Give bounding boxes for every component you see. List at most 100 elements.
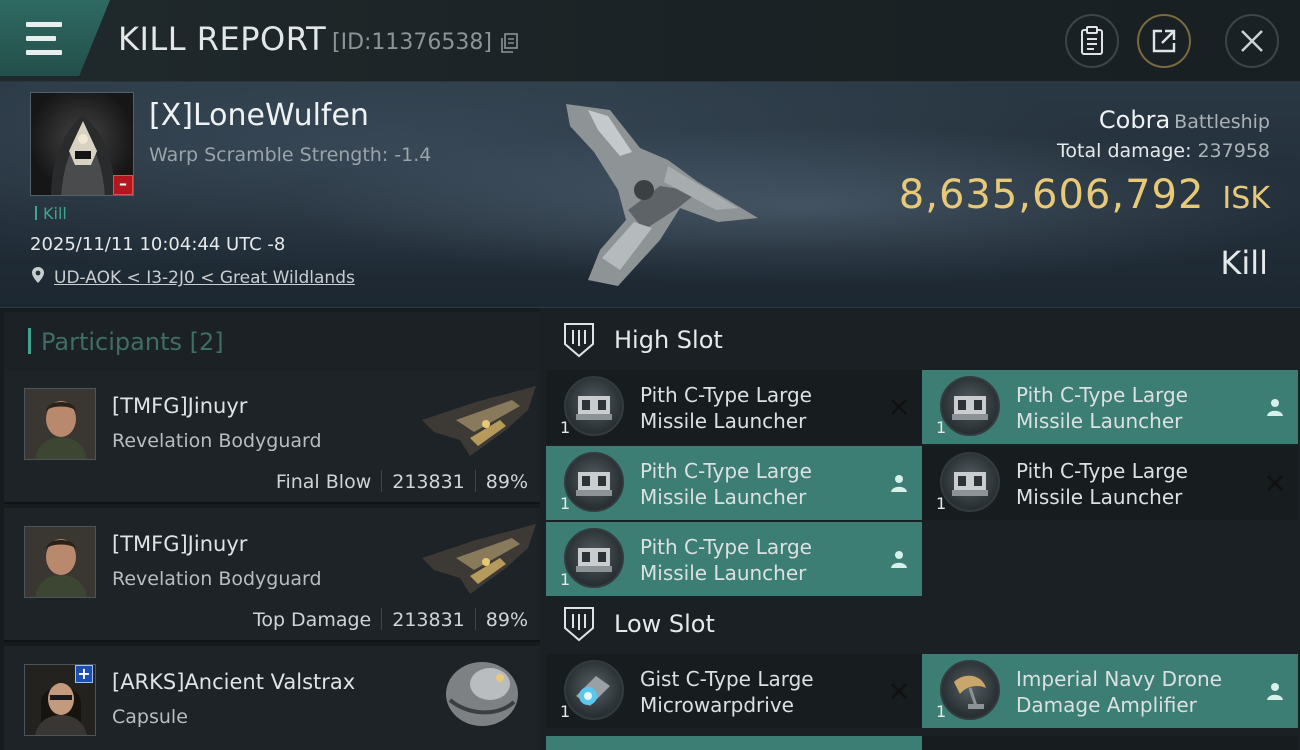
module-name: Imperial Navy Drone Damage Amplifier <box>1016 666 1256 718</box>
capsule-thumbnail-image <box>446 662 518 726</box>
total-damage-value: 237958 <box>1197 140 1270 162</box>
module-name-line2: Missile Launcher <box>640 409 807 433</box>
module-name: Pith C-Type Large Missile Launcher <box>640 458 880 510</box>
module-name-line2: Microwarpdrive <box>640 693 794 717</box>
x-icon <box>1267 475 1283 491</box>
location-pin-icon <box>32 267 44 283</box>
report-id: [ID:11376538] <box>332 30 492 55</box>
kill-tag: Kill <box>35 204 67 223</box>
high-slot-title: High Slot <box>614 326 723 354</box>
participant-row[interactable]: [TMFG]Jinuyr Revelation Bodyguard Final … <box>4 370 540 504</box>
person-icon <box>1267 683 1283 700</box>
divider <box>474 470 476 492</box>
menu-button[interactable] <box>0 0 110 76</box>
participant-name[interactable]: [TMFG]Jinuyr <box>112 394 247 418</box>
participant-damage: 213831 <box>392 471 465 493</box>
module-name-line1: Gist C-Type Large <box>640 667 814 691</box>
module-quantity: 1 <box>560 702 571 721</box>
participant-damage: 213831 <box>392 609 465 631</box>
person-icon <box>891 551 907 568</box>
module-name-line2: Damage Amplifier <box>1016 693 1197 717</box>
clipboard-icon <box>1081 26 1103 55</box>
missile-launcher-icon <box>940 452 1000 512</box>
module-item-partial[interactable] <box>922 736 1298 750</box>
module-item[interactable]: 1 Gist C-Type Large Microwarpdrive <box>546 654 922 728</box>
page-title: KILL REPORT <box>118 20 327 58</box>
module-name-line2: Missile Launcher <box>640 485 807 509</box>
person-icon <box>891 475 907 492</box>
divider <box>381 470 383 492</box>
module-name-line1: Pith C-Type Large <box>1016 459 1188 483</box>
participant-stats: Top Damage 213831 89% <box>253 608 528 631</box>
high-slot-header: High Slot <box>546 310 1296 370</box>
participant-ship: Capsule <box>112 706 188 728</box>
person-icon <box>1267 399 1283 416</box>
participant-percent: 89% <box>485 609 528 631</box>
close-icon <box>1241 30 1263 52</box>
module-item[interactable]: 1 Pith C-Type Large Missile Launcher <box>546 522 922 596</box>
missile-launcher-icon <box>940 376 1000 436</box>
slot-icon <box>564 607 594 642</box>
participants-title: Participants [2] <box>28 328 224 356</box>
hamburger-icon-bar <box>26 36 56 41</box>
participant-name[interactable]: [ARKS]Ancient Valstrax <box>112 670 355 694</box>
kill-datetime: 2025/11/11 10:04:44 UTC -8 <box>30 234 286 255</box>
divider <box>381 608 383 630</box>
participant-row[interactable]: [ARKS]Ancient Valstrax Capsule <box>4 646 540 750</box>
ship-thumbnail-image <box>422 386 536 456</box>
x-icon <box>891 683 907 699</box>
fittings-panel: High Slot 1 Pith C-Type Large Missile Lau… <box>540 308 1300 750</box>
module-item[interactable]: 1 Pith C-Type Large Missile Launcher <box>922 370 1298 444</box>
participant-ship: Revelation Bodyguard <box>112 430 322 452</box>
ship-render-image <box>566 104 758 286</box>
victim-name[interactable]: [X]LoneWulfen <box>149 98 369 133</box>
module-name-line1: Pith C-Type Large <box>640 459 812 483</box>
ship-class: Battleship <box>1174 111 1270 133</box>
participant-avatar[interactable] <box>24 526 96 598</box>
victim-stat: Warp Scramble Strength: -1.4 <box>149 144 432 166</box>
low-slot-title: Low Slot <box>614 610 715 638</box>
header-bar: KILL REPORT [ID:11376538] <box>0 0 1300 82</box>
module-name-line1: Pith C-Type Large <box>1016 383 1188 407</box>
participant-portrait-image <box>25 389 95 459</box>
copy-icon[interactable] <box>500 33 518 53</box>
module-item-partial[interactable] <box>546 736 922 750</box>
participant-role: Final Blow <box>275 471 372 493</box>
module-name: Pith C-Type Large Missile Launcher <box>640 534 880 586</box>
victim-status-badge: – <box>113 175 133 195</box>
participant-name[interactable]: [TMFG]Jinuyr <box>112 532 247 556</box>
module-name-line1: Imperial Navy Drone <box>1016 667 1222 691</box>
participant-portrait-image <box>25 527 95 597</box>
close-button[interactable] <box>1225 14 1279 68</box>
missile-launcher-icon <box>564 376 624 436</box>
module-quantity: 1 <box>560 418 571 437</box>
module-name-line2: Missile Launcher <box>1016 409 1183 433</box>
isk-unit: ISK <box>1222 181 1270 216</box>
share-button[interactable] <box>1137 14 1191 68</box>
total-damage-label: Total damage: <box>1057 140 1192 162</box>
module-item[interactable]: 1 Pith C-Type Large Missile Launcher <box>546 370 922 444</box>
microwarpdrive-icon <box>564 660 624 720</box>
module-name: Pith C-Type Large Missile Launcher <box>1016 458 1256 510</box>
clipboard-button[interactable] <box>1065 14 1119 68</box>
module-item[interactable]: 1 Imperial Navy Drone Damage Amplifier <box>922 654 1298 728</box>
hamburger-icon-bar <box>26 50 62 55</box>
module-name-line2: Missile Launcher <box>1016 485 1183 509</box>
kill-location-link[interactable]: UD-AOK < I3-2J0 < Great Wildlands <box>54 268 355 288</box>
participant-row[interactable]: [TMFG]Jinuyr Revelation Bodyguard Top Da… <box>4 508 540 642</box>
module-item[interactable]: 1 Pith C-Type Large Missile Launcher <box>922 446 1298 520</box>
total-damage: Total damage: 237958 <box>1057 140 1270 162</box>
ship-line: Cobra Battleship <box>1099 106 1270 134</box>
participant-avatar[interactable] <box>24 388 96 460</box>
participant-percent: 89% <box>485 471 528 493</box>
slot-icon <box>564 323 594 358</box>
module-name-line2: Missile Launcher <box>640 561 807 585</box>
module-name: Pith C-Type Large Missile Launcher <box>640 382 880 434</box>
ship-name[interactable]: Cobra <box>1099 106 1170 134</box>
module-name-line1: Pith C-Type Large <box>640 383 812 407</box>
kill-type-label: Kill <box>1220 244 1268 282</box>
x-icon <box>891 399 907 415</box>
module-item[interactable]: 1 Pith C-Type Large Missile Launcher <box>546 446 922 520</box>
missile-launcher-icon <box>564 528 624 588</box>
divider <box>474 608 476 630</box>
